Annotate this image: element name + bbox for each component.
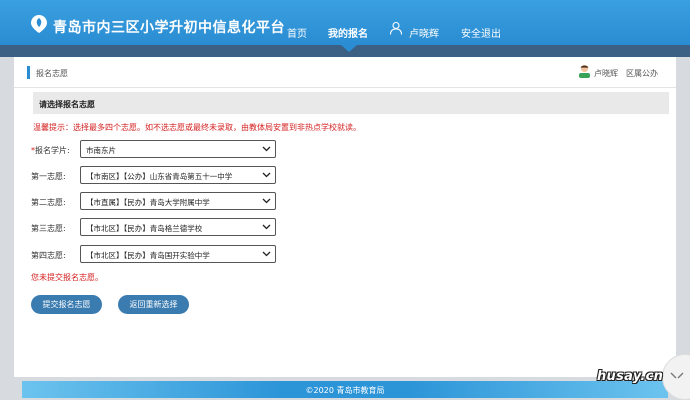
top-navbar: 青岛市内三区小学升初中信息化平台 首页 我的报名 卢晓辉 安全退出 <box>0 0 690 45</box>
active-nav-indicator <box>341 45 357 52</box>
breadcrumb-marker <box>27 66 30 79</box>
choice2-select[interactable]: 【市直属】【民办】青岛大学附属中学 <box>80 192 276 210</box>
choice2-label: 第二志愿: <box>31 198 66 207</box>
district-select[interactable]: 市南东片 <box>80 140 276 158</box>
breadcrumb-user-name: 卢晓辉 <box>594 69 618 78</box>
chevron-down-icon <box>262 172 271 178</box>
breadcrumb-current: 报名志愿 <box>36 69 68 78</box>
chevron-down-icon <box>262 251 271 257</box>
logo-icon <box>31 15 47 33</box>
watermark: husay.cn <box>597 369 664 384</box>
choice1-select[interactable]: 【市南区】【公办】山东省青岛第五十一中学 <box>80 166 276 184</box>
expand-icon <box>670 372 684 379</box>
chevron-down-icon <box>262 224 271 230</box>
choice1-select-value: 【市南区】【公办】山东省青岛第五十一中学 <box>86 172 233 181</box>
main-panel: 报名志愿 卢晓辉 区属公办 请选择报名志愿 温馨提示：选择最多四个志愿。如不选志… <box>14 57 676 377</box>
section-header: 请选择报名志愿 <box>33 92 669 114</box>
choice4-label: 第四志愿: <box>31 251 66 260</box>
section-title: 请选择报名志愿 <box>39 100 95 109</box>
submit-button[interactable]: 提交报名志愿 <box>31 295 102 314</box>
breadcrumb-user-type: 区属公办 <box>626 69 658 78</box>
chevron-down-icon <box>262 198 271 204</box>
chevron-down-icon <box>262 146 271 152</box>
nav-logout[interactable]: 安全退出 <box>461 25 501 40</box>
breadcrumb: 报名志愿 卢晓辉 区属公办 <box>14 57 676 88</box>
choice3-select[interactable]: 【市北区】【民办】青岛格兰德学校 <box>80 218 276 236</box>
district-select-value: 市南东片 <box>86 146 116 155</box>
user-icon <box>389 21 403 35</box>
reset-button[interactable]: 返回重新选择 <box>118 295 189 314</box>
footer: ©2020 青岛市教育局 <box>22 381 668 398</box>
choice1-label: 第一志愿: <box>31 172 66 181</box>
nav-home[interactable]: 首页 <box>287 25 307 40</box>
district-label: *报名学片: <box>31 145 70 156</box>
avatar-icon <box>579 64 590 78</box>
site-title: 青岛市内三区小学升初中信息化平台 <box>53 20 285 36</box>
nav-my-application[interactable]: 我的报名 <box>328 25 368 40</box>
nav-user-name[interactable]: 卢晓辉 <box>409 25 439 40</box>
choice2-select-value: 【市直属】【民办】青岛大学附属中学 <box>86 198 210 207</box>
choice4-select-value: 【市北区】【民办】青岛国开实验中学 <box>86 251 210 260</box>
choice3-select-value: 【市北区】【民办】青岛格兰德学校 <box>86 224 203 233</box>
hint-text: 温馨提示：选择最多四个志愿。如不选志愿或最终未录取，由教体局安置到非热点学校就读… <box>33 123 361 132</box>
district-label-text: 报名学片: <box>35 146 70 155</box>
choice4-select[interactable]: 【市北区】【民办】青岛国开实验中学 <box>80 245 276 263</box>
copyright-text: ©2020 青岛市教育局 <box>305 386 385 395</box>
choice3-label: 第三志愿: <box>31 224 66 233</box>
status-warning: 您未提交报名志愿。 <box>31 273 103 282</box>
